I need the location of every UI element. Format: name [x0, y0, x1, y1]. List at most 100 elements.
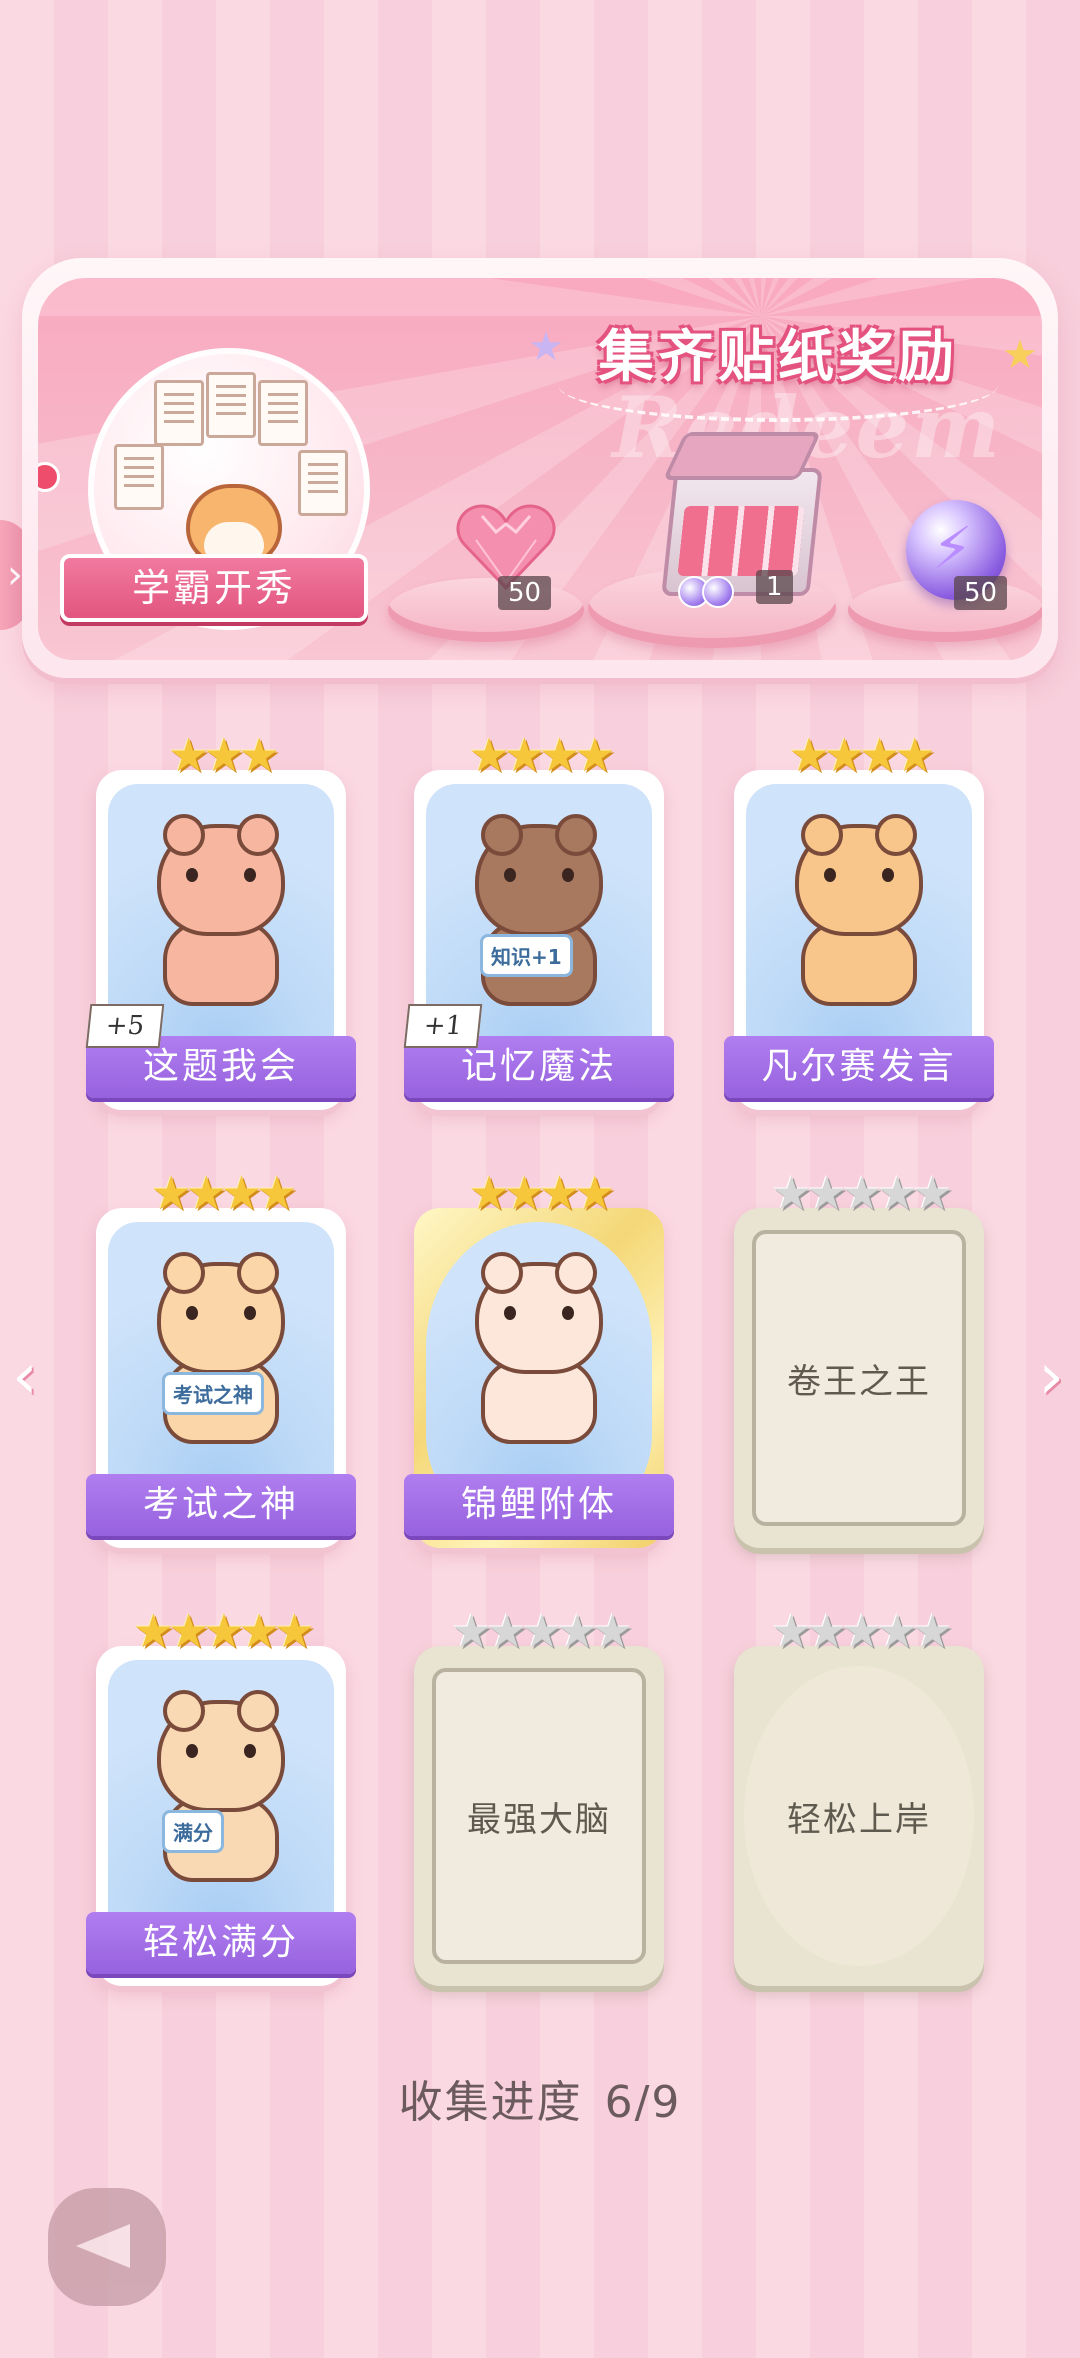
eyes [504, 868, 574, 882]
sticker-name: 凡尔赛发言 [724, 1036, 994, 1098]
star-icon: ★ [203, 728, 244, 782]
star-icon: ★ [468, 728, 510, 782]
sticker-card[interactable]: ★★★ 这题我会 +5 [85, 730, 356, 1110]
sticker-name: 锦鲤附体 [404, 1474, 674, 1536]
banner-background: Redeem ★ ★ 集齐贴纸奖励 学霸开秀 50 1 ⚡ 50 [38, 278, 1042, 660]
star-icon: ★ [770, 1166, 812, 1220]
notification-dot [38, 462, 60, 492]
sticker-name: 轻松满分 [86, 1912, 356, 1974]
star-icon: ★ [539, 1166, 580, 1220]
eyes [186, 1306, 256, 1320]
star-icon: ★ [806, 1166, 847, 1220]
sticker-name: 卷王之王 [787, 1361, 931, 1402]
star-icon: ★ [450, 1604, 492, 1658]
star-icon: ★ [841, 1166, 882, 1220]
progress-value: 6/9 [604, 2077, 682, 2128]
star-icon: ★ [911, 1166, 953, 1220]
star-icon: ★ [168, 1604, 209, 1658]
star-icon: ★ [256, 1166, 297, 1220]
collection-progress: 收集进度 6/9 [0, 2066, 1080, 2130]
coin-icon [702, 576, 734, 608]
star-icon: ★ [911, 1604, 953, 1658]
star-icon: ★ [823, 728, 865, 782]
star-rating: ★★★★ [414, 1168, 664, 1218]
star-icon: ★ [574, 1166, 615, 1220]
star-rating: ★★★★★ [414, 1606, 664, 1656]
chevron-right-icon: › [7, 552, 23, 598]
star-icon: ★ [806, 1604, 847, 1658]
paper-icon [114, 444, 164, 510]
star-icon: ★ [859, 728, 900, 782]
sticker-art: 轻松上岸 [744, 1666, 974, 1966]
sticker-name: 考试之神 [86, 1474, 356, 1536]
star-icon: ★ [591, 1604, 633, 1658]
next-page-button[interactable]: › [1038, 1340, 1064, 1414]
star-rating: ★★★★★ [734, 1168, 984, 1218]
star-icon: ★ [468, 1166, 510, 1220]
star-icon: ★ [876, 1604, 918, 1658]
reward-count: 1 [756, 570, 793, 604]
star-rating: ★★★★ [414, 730, 664, 780]
back-button[interactable] [48, 2188, 166, 2306]
star-icon: ★ [876, 1166, 918, 1220]
sticker-card[interactable]: ★★★★★ 满分 轻松满分 [86, 1606, 356, 1986]
paper-icon [154, 380, 204, 446]
paper-icon [206, 372, 256, 438]
sticker-name: 最强大脑 [467, 1799, 611, 1840]
star-icon: ★ [486, 1604, 527, 1658]
sticker-art: 最强大脑 [432, 1668, 646, 1964]
reward-banner: Redeem ★ ★ 集齐贴纸奖励 学霸开秀 50 1 ⚡ 50 [22, 258, 1058, 678]
star-icon: ★ [770, 1604, 812, 1658]
star-icon: ★ [238, 1604, 280, 1658]
star-icon: ★ [894, 728, 935, 782]
gift-box-icon [661, 468, 823, 596]
eyes [186, 868, 256, 882]
star-icon: ★ [203, 1604, 244, 1658]
chevron-left-icon: ‹ [12, 1340, 38, 1414]
eyes [824, 868, 894, 882]
star-rating: ★★★★★ [96, 1606, 346, 1656]
star-rating: ★★★★ [96, 1168, 346, 1218]
sticker-card[interactable]: ★★★★★ 最强大脑 [414, 1606, 664, 1986]
star-icon: ★ [168, 728, 209, 782]
art-caption: 知识+1 [480, 934, 573, 977]
star-rating: ★★★★ [734, 730, 984, 780]
star-icon: ★ [539, 728, 580, 782]
paper-icon [298, 450, 348, 516]
sticker-art: 卷王之王 [752, 1230, 966, 1526]
paper-icon [258, 380, 308, 446]
star-icon: ★ [273, 1604, 315, 1658]
star-icon: ★ [503, 728, 545, 782]
sticker-card[interactable]: ★★★★★ 轻松上岸 [734, 1606, 984, 1986]
star-icon: ★ [556, 1604, 598, 1658]
star-icon: ★ [132, 1604, 174, 1658]
banner-title: 集齐贴纸奖励 [598, 325, 958, 390]
sticker-card[interactable]: ★★★★ 考试之神 考试之神 [86, 1168, 356, 1548]
star-decoration-icon: ★ [528, 324, 564, 370]
art-caption: 考试之神 [162, 1372, 264, 1415]
star-rating: ★★★ [96, 730, 346, 780]
bonus-tag: +5 [85, 1004, 165, 1048]
sticker-card[interactable]: ★★★★ 凡尔赛发言 [724, 730, 994, 1110]
bonus-tag: +1 [403, 1004, 483, 1048]
star-icon: ★ [221, 1166, 262, 1220]
star-decoration-icon: ★ [1002, 332, 1038, 378]
sticker-card[interactable]: ★★★★★ 卷王之王 [734, 1168, 984, 1548]
star-icon: ★ [574, 728, 615, 782]
eyes [504, 1306, 574, 1320]
star-icon: ★ [521, 1604, 562, 1658]
progress-label: 收集进度 [398, 2077, 583, 2128]
sticker-card[interactable]: ★★★★ 锦鲤附体 [404, 1168, 674, 1548]
reward-count: 50 [498, 576, 552, 610]
star-icon: ★ [185, 1166, 227, 1220]
eyes [186, 1744, 256, 1758]
star-rating: ★★★★★ [734, 1606, 984, 1656]
star-icon: ★ [788, 728, 830, 782]
chevron-right-icon: › [1038, 1340, 1064, 1414]
sticker-name: 轻松上岸 [787, 1799, 931, 1840]
reward-count: 50 [954, 576, 1008, 610]
prev-page-button[interactable]: ‹ [12, 1340, 38, 1414]
star-icon: ★ [503, 1166, 545, 1220]
sticker-card[interactable]: ★★★★ 知识+1 记忆魔法 +1 [403, 730, 674, 1110]
star-icon: ★ [238, 728, 280, 782]
